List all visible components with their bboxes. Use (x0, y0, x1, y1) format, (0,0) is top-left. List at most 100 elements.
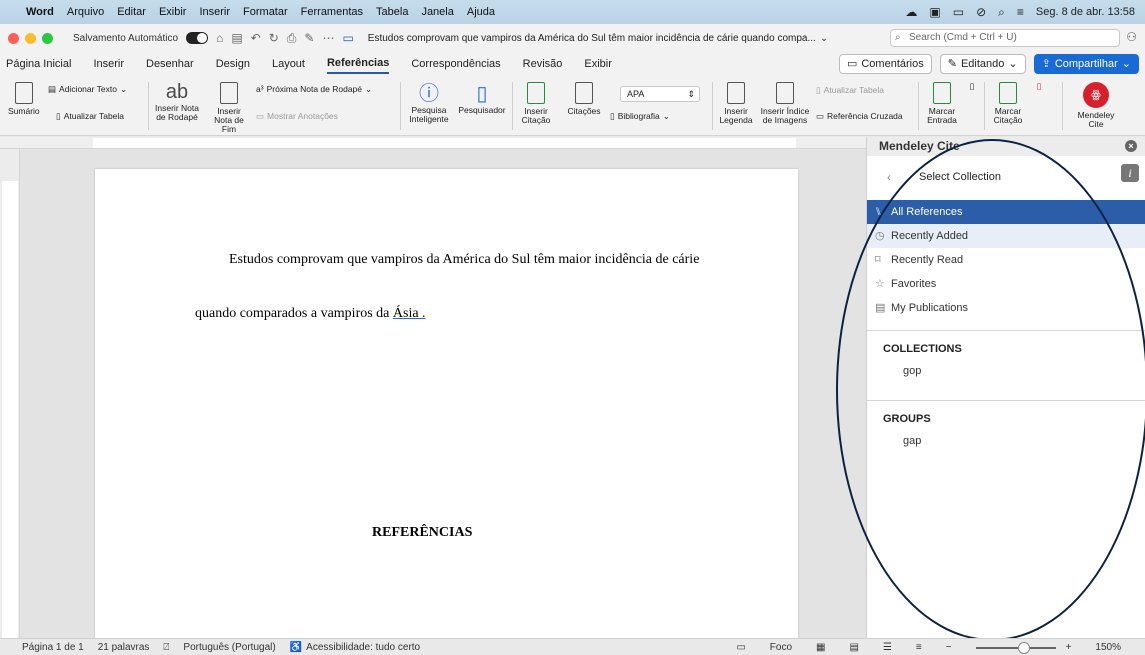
menu-arquivo[interactable]: Arquivo (67, 6, 104, 18)
display-icon[interactable]: ▣ (929, 5, 940, 19)
info-icon[interactable]: i (1121, 164, 1139, 182)
menu-app-word[interactable]: Word (26, 6, 54, 18)
menu-exibir[interactable]: Exibir (159, 6, 187, 18)
home-icon[interactable]: ⌂ (216, 31, 223, 45)
citation-field[interactable]: Ásia . (393, 306, 426, 321)
tab-referencias[interactable]: Referências (326, 54, 390, 74)
table-of-authorities-button[interactable]: ▯ (1032, 82, 1046, 91)
mendeley-cite-button[interactable]: ꙮ Mendeley Cite (1072, 82, 1120, 129)
print-layout-icon[interactable]: ▦ (816, 642, 825, 653)
clock-datetime[interactable]: Seg. 8 de abr. 13:58 (1036, 6, 1135, 18)
citation-style-select[interactable]: APA ⇕ (620, 86, 700, 102)
document-paragraph-2[interactable]: quando comparados a vampiros da Ásia . (195, 306, 426, 322)
inserir-legenda-button[interactable]: Inserir Legenda (716, 82, 756, 125)
proofing-icon[interactable]: ⍁ (163, 642, 169, 653)
atualizar-tabela-2-button[interactable]: ▯ Atualizar Tabela (816, 86, 884, 95)
editing-button[interactable]: ✎ Editando ⌄ (939, 54, 1026, 74)
sumario-button[interactable]: Sumário (8, 82, 40, 116)
library-item-favorites[interactable]: ☆ Favorites (867, 272, 1145, 296)
mostrar-anotacoes-button[interactable]: ▭ Mostrar Anotações (256, 112, 338, 121)
tab-design[interactable]: Design (216, 55, 250, 73)
menu-inserir[interactable]: Inserir (199, 6, 230, 18)
format-painter-icon[interactable]: ✎ (304, 31, 314, 45)
control-center-icon[interactable]: ≡ (1017, 5, 1024, 19)
word-count[interactable]: 21 palavras (98, 642, 150, 653)
pesquisa-inteligente-button[interactable]: ⓘ Pesquisa Inteligente (405, 82, 453, 124)
outline-icon[interactable]: ☰ (883, 642, 892, 653)
web-layout-icon[interactable]: ▤ (849, 642, 858, 653)
menu-tabela[interactable]: Tabela (376, 6, 408, 18)
chevron-down-icon[interactable]: ⌄ (820, 33, 828, 44)
pesquisador-button[interactable]: ▯ Pesquisador (458, 82, 506, 115)
redo-icon[interactable]: ↻ (269, 31, 279, 45)
share-people-icon[interactable]: ⚇ (1126, 30, 1137, 44)
marcar-citacao-button[interactable]: Marcar Citação (988, 82, 1028, 125)
page-count[interactable]: Página 1 de 1 (22, 642, 84, 653)
tab-inserir[interactable]: Inserir (93, 55, 124, 73)
group-item[interactable]: gap (867, 432, 1145, 470)
zoom-window-button[interactable] (42, 32, 53, 44)
close-icon[interactable]: × (1125, 140, 1137, 152)
document-page[interactable]: Estudos comprovam que vampiros da Améric… (95, 169, 798, 638)
tab-revisao[interactable]: Revisão (523, 55, 563, 73)
collection-item[interactable]: gop (867, 362, 1145, 400)
autosave-toggle[interactable] (186, 32, 209, 44)
language-label[interactable]: Português (Portugal) (183, 642, 275, 653)
link-icon[interactable]: ⊘ (976, 5, 986, 19)
bibliografia-button[interactable]: ▯ Bibliografia ⌄ (610, 112, 670, 121)
atualizar-tabela-button[interactable]: ▯ Atualizar Tabela (56, 112, 124, 121)
adicionar-texto-button[interactable]: ▤ Adicionar Texto ⌄ (48, 85, 127, 94)
library-item-recently-added[interactable]: ◷ Recently Added (867, 224, 1145, 248)
tab-pagina-inicial[interactable]: Página Inicial (6, 55, 71, 73)
referencia-cruzada-button[interactable]: ▭ Referência Cruzada (816, 112, 903, 121)
cloud-icon[interactable]: ☁ (905, 5, 917, 19)
close-window-button[interactable] (8, 32, 19, 44)
proxima-nota-button[interactable]: a³ Próxima Nota de Rodapé ⌄ (256, 85, 372, 94)
print-icon[interactable]: ⎙ (287, 31, 297, 46)
chevron-left-icon[interactable]: ‹ (887, 170, 891, 184)
marcar-entrada-button[interactable]: Marcar Entrada (922, 82, 962, 125)
footnote-icon: ab (165, 81, 189, 103)
menu-editar[interactable]: Editar (117, 6, 146, 18)
search-icon[interactable]: ⌕ (998, 5, 1005, 20)
document-title[interactable]: Estudos comprovam que vampiros da Améric… (368, 33, 816, 44)
tab-desenhar[interactable]: Desenhar (146, 55, 194, 73)
zoom-slider[interactable] (975, 641, 1056, 654)
battery-icon[interactable]: ▭ (953, 5, 964, 19)
share-button[interactable]: ⇪ Compartilhar ⌄ (1033, 54, 1139, 74)
draft-icon[interactable]: ≡ (916, 642, 922, 653)
menu-ajuda[interactable]: Ajuda (467, 6, 495, 18)
zoom-level[interactable]: 150% (1095, 642, 1121, 653)
comments-button[interactable]: ▭ Comentários (838, 54, 932, 74)
inserir-citacao-button[interactable]: Inserir Citação (516, 82, 556, 125)
tab-correspondencias[interactable]: Correspondências (411, 55, 500, 73)
tab-exibir[interactable]: Exibir (584, 55, 612, 73)
minimize-window-button[interactable] (25, 32, 36, 44)
accessibility-label[interactable]: Acessibilidade: tudo certo (306, 642, 420, 653)
inserir-nota-fim-button[interactable]: Inserir Nota de Fim (208, 82, 250, 134)
more-icon[interactable]: ⋯ (322, 31, 334, 45)
focus-button[interactable]: Foco (770, 642, 792, 653)
menu-ferramentas[interactable]: Ferramentas (301, 6, 363, 18)
zoom-knob[interactable] (1017, 641, 1030, 654)
vertical-ruler[interactable] (0, 149, 20, 638)
search-input[interactable]: ⌕ Search (Cmd + Ctrl + U) (890, 29, 1120, 47)
horizontal-ruler[interactable] (0, 137, 866, 149)
citacoes-button[interactable]: Citações (562, 82, 606, 116)
inserir-nota-rodape-button[interactable]: ab Inserir Nota de Rodapé (150, 80, 204, 122)
document-paragraph-1[interactable]: Estudos comprovam que vampiros da Améric… (229, 252, 699, 268)
menu-janela[interactable]: Janela (421, 6, 453, 18)
tab-layout[interactable]: Layout (272, 55, 305, 73)
undo-icon[interactable]: ↶ (251, 31, 261, 45)
references-heading[interactable]: REFERÊNCIAS (372, 525, 472, 541)
menu-formatar[interactable]: Formatar (243, 6, 288, 18)
library-item-recently-read[interactable]: ⌑ Recently Read (867, 248, 1145, 272)
document-area[interactable]: Estudos comprovam que vampiros da Améric… (20, 149, 866, 638)
zoom-out-icon[interactable]: − (946, 642, 952, 653)
zoom-in-icon[interactable]: + (1066, 642, 1072, 653)
index-icon-button[interactable]: ▯ (966, 82, 978, 91)
inserir-indice-imagens-button[interactable]: Inserir Índice de Imagens (758, 82, 812, 125)
library-item-all-references[interactable]: ⑊ All References (867, 200, 1145, 224)
save-icon[interactable]: ▤ (231, 31, 242, 45)
library-item-my-publications[interactable]: ▤ My Publications (867, 296, 1145, 320)
